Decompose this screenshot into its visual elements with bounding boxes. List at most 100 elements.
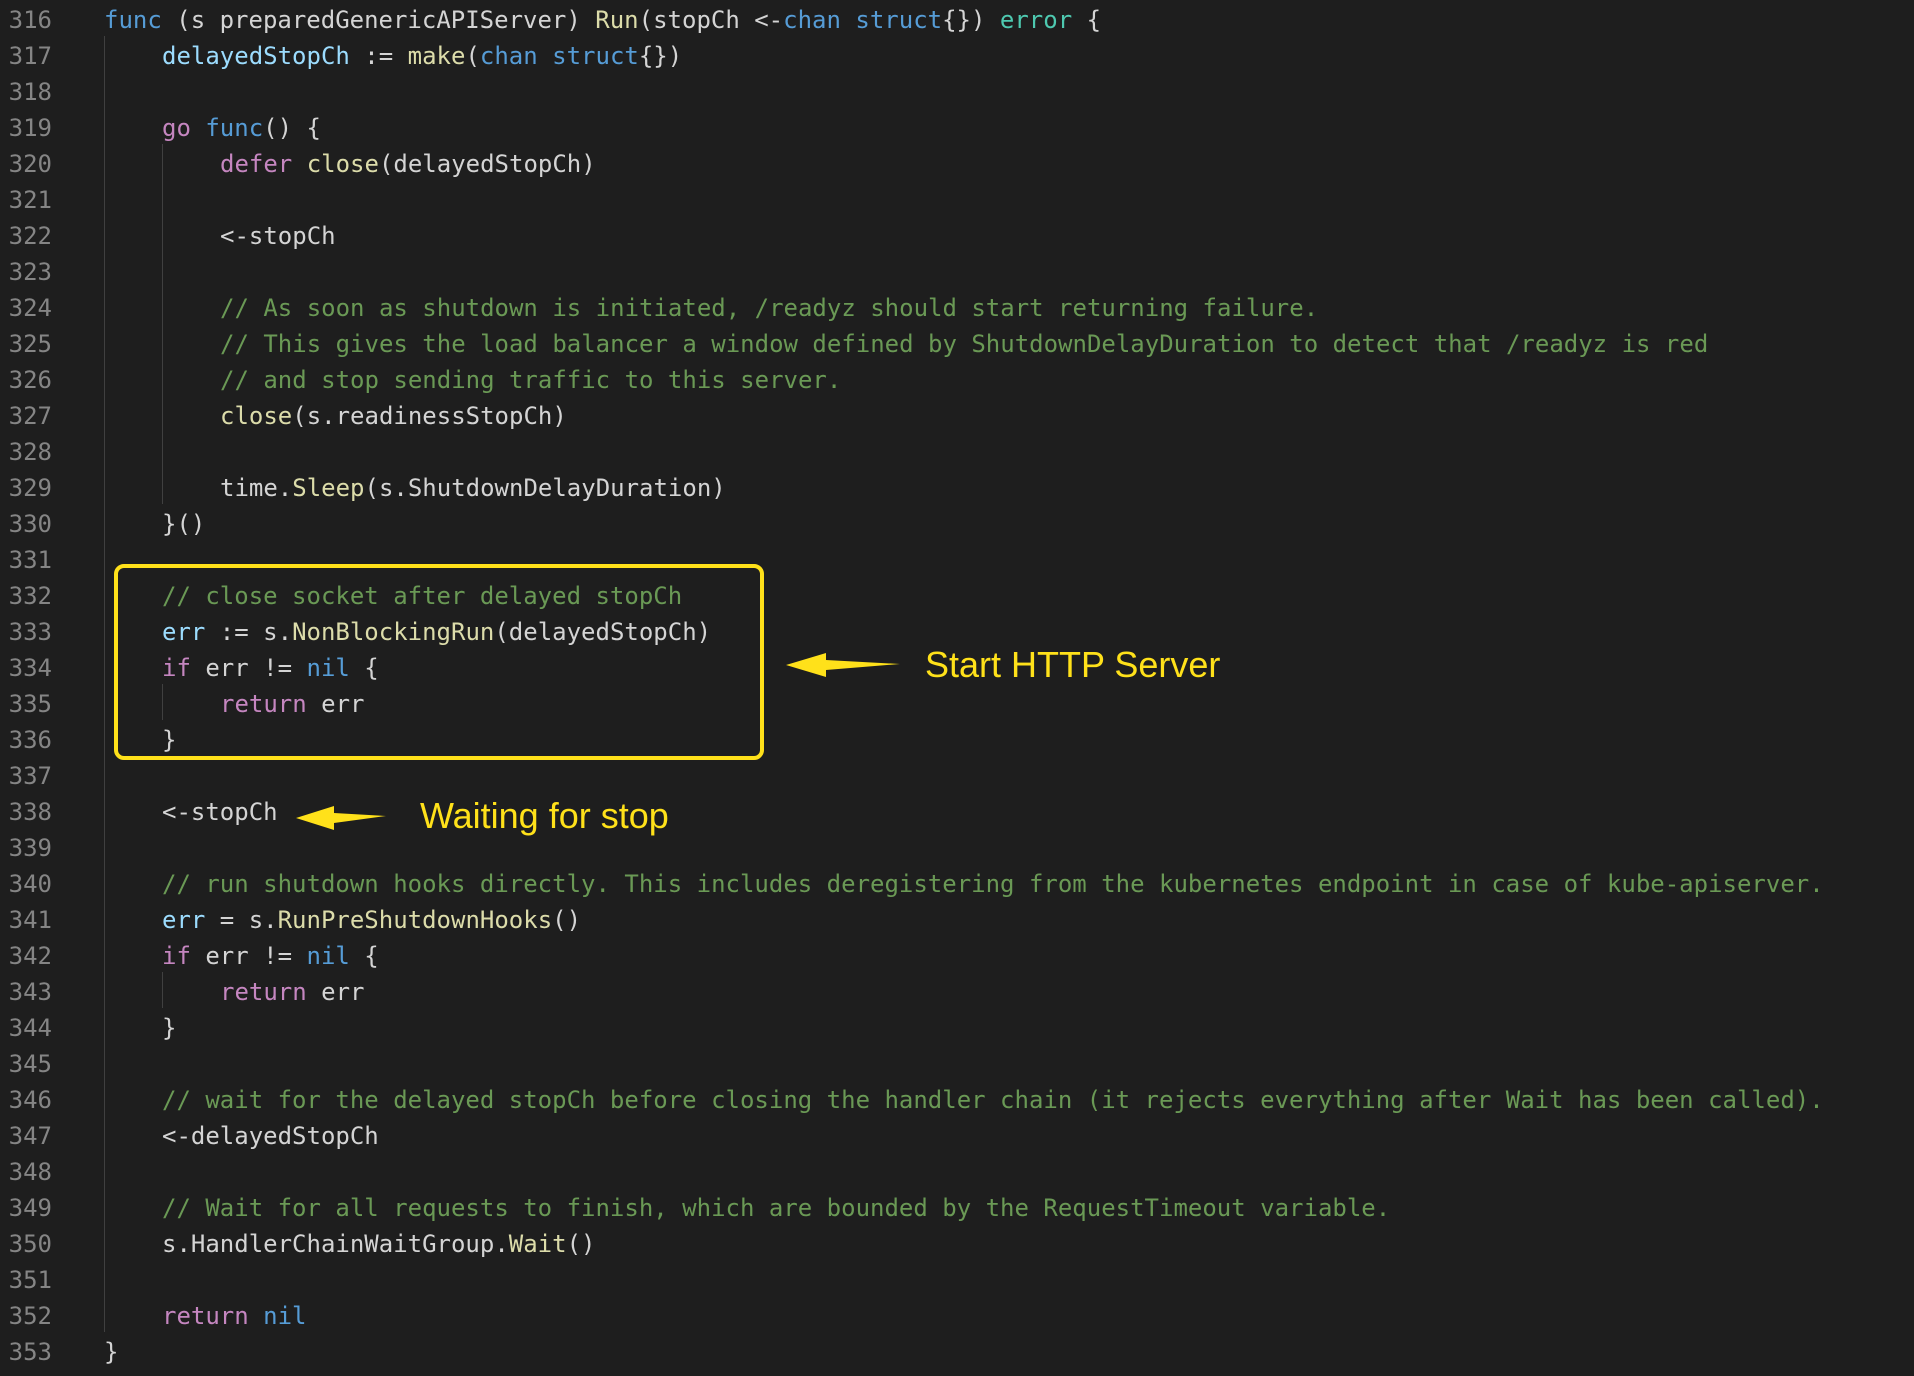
code-line[interactable]: 317 delayedStopCh := make(chan struct{})	[0, 38, 1914, 74]
code-token: (s preparedGenericAPIServer)	[161, 6, 596, 34]
code-token: nil	[306, 942, 350, 970]
code-line[interactable]: 346 // wait for the delayed stopCh before…	[0, 1082, 1914, 1118]
line-number: 339	[8, 834, 52, 862]
code-line[interactable]: 349 // Wait for all requests to finish, w…	[0, 1190, 1914, 1226]
code-line[interactable]: 322 <-stopCh	[0, 218, 1914, 254]
code-line[interactable]: 318	[0, 74, 1914, 110]
code-text: return nil	[162, 1298, 307, 1334]
code-line[interactable]: 326 // and stop sending traffic to this s…	[0, 362, 1914, 398]
code-line[interactable]: 324 // As soon as shutdown is initiated, …	[0, 290, 1914, 326]
code-token: return	[162, 1302, 249, 1330]
line-number: 327	[8, 402, 52, 430]
code-line[interactable]: 345	[0, 1046, 1914, 1082]
code-text: err = s.RunPreShutdownHooks()	[162, 902, 581, 938]
indent-guide-func-body	[104, 36, 105, 1332]
code-text: // This gives the load balancer a window…	[220, 326, 1708, 362]
code-line[interactable]: 340 // run shutdown hooks directly. This …	[0, 866, 1914, 902]
code-line[interactable]: 352 return nil	[0, 1298, 1914, 1334]
line-number: 322	[8, 222, 52, 250]
code-line[interactable]: 342 if err != nil {	[0, 938, 1914, 974]
code-line[interactable]: 323	[0, 254, 1914, 290]
code-token: (	[465, 42, 480, 70]
code-line[interactable]: 350 s.HandlerChainWaitGroup.Wait()	[0, 1226, 1914, 1262]
code-line[interactable]: 339	[0, 830, 1914, 866]
code-token: {})	[638, 42, 683, 70]
code-token: close	[220, 402, 293, 430]
code-text: <-stopCh	[220, 218, 336, 254]
code-line[interactable]: 319 go func() {	[0, 110, 1914, 146]
code-line[interactable]: 320 defer close(delayedStopCh)	[0, 146, 1914, 182]
code-token: error	[999, 6, 1073, 34]
code-text: }	[104, 1334, 118, 1370]
code-token: time.	[220, 474, 293, 502]
code-text: return err	[220, 974, 365, 1010]
arrow-left-icon	[296, 806, 386, 830]
line-number: 352	[8, 1302, 52, 1330]
line-number: 334	[8, 654, 52, 682]
code-token: // Wait for all requests to finish, whic…	[162, 1194, 1391, 1222]
code-line[interactable]: 328	[0, 434, 1914, 470]
code-line[interactable]: 347 <-delayedStopCh	[0, 1118, 1914, 1154]
code-token: // As soon as shutdown is initiated, /re…	[220, 294, 1319, 322]
code-token: // and stop sending traffic to this serv…	[220, 366, 842, 394]
code-line[interactable]: 344}	[0, 1010, 1914, 1046]
line-number: 341	[8, 906, 52, 934]
code-token: (s.readinessStopCh)	[292, 402, 567, 430]
line-number: 328	[8, 438, 52, 466]
code-token: Wait	[508, 1230, 567, 1258]
code-token: err !=	[190, 942, 307, 970]
code-text: }	[162, 1010, 176, 1046]
line-number: 342	[8, 942, 52, 970]
line-number: 329	[8, 474, 52, 502]
line-number: 336	[8, 726, 52, 754]
code-token: return	[220, 978, 307, 1006]
line-number: 325	[8, 330, 52, 358]
code-line[interactable]: 353}	[0, 1334, 1914, 1370]
code-token: struct	[855, 6, 943, 34]
code-text: }()	[162, 506, 205, 542]
code-token: defer	[220, 150, 293, 178]
code-token: Sleep	[292, 474, 365, 502]
code-token: func	[104, 6, 162, 34]
code-token: = s.	[205, 906, 278, 934]
indent-guide-if-body-2	[162, 972, 163, 1008]
code-line[interactable]: 330 }()	[0, 506, 1914, 542]
code-line[interactable]: 327 close(s.readinessStopCh)	[0, 398, 1914, 434]
code-token: {})	[942, 6, 1000, 34]
line-number: 338	[8, 798, 52, 826]
code-line[interactable]: 341 err = s.RunPreShutdownHooks()	[0, 902, 1914, 938]
arrow-left-icon	[786, 653, 900, 677]
code-line[interactable]: 316 func (s preparedGenericAPIServer) Run…	[0, 2, 1914, 38]
code-token: <-stopCh	[162, 798, 278, 826]
code-text: <-stopCh	[162, 794, 278, 830]
code-line[interactable]: 338 <-stopCh	[0, 794, 1914, 830]
line-number: 324	[8, 294, 52, 322]
line-number: 332	[8, 582, 52, 610]
code-token: // wait for the delayed stopCh before cl…	[162, 1086, 1824, 1114]
line-number: 333	[8, 618, 52, 646]
line-number: 346	[8, 1086, 52, 1114]
line-number: 353	[8, 1338, 52, 1366]
code-text: // wait for the delayed stopCh before cl…	[162, 1082, 1824, 1118]
line-number: 316	[8, 6, 52, 34]
code-line[interactable]: 351	[0, 1262, 1914, 1298]
line-number: 335	[8, 690, 52, 718]
code-token: nil	[263, 1302, 307, 1330]
annotation-waiting-for-stop: Waiting for stop	[420, 795, 669, 836]
line-number: 330	[8, 510, 52, 538]
line-number: 331	[8, 546, 52, 574]
code-line[interactable]: 337	[0, 758, 1914, 794]
code-token: () {	[263, 114, 321, 142]
code-line[interactable]: 329 time.Sleep(s.ShutdownDelayDuration)	[0, 470, 1914, 506]
code-text: s.HandlerChainWaitGroup.Wait()	[162, 1226, 595, 1262]
code-token: <-delayedStopCh	[162, 1122, 379, 1150]
code-line[interactable]: 325 // This gives the load balancer a win…	[0, 326, 1914, 362]
code-token: close	[306, 150, 379, 178]
code-line[interactable]: 321	[0, 182, 1914, 218]
code-line[interactable]: 343 return err	[0, 974, 1914, 1010]
code-line[interactable]: 348	[0, 1154, 1914, 1190]
code-text: // and stop sending traffic to this serv…	[220, 362, 841, 398]
